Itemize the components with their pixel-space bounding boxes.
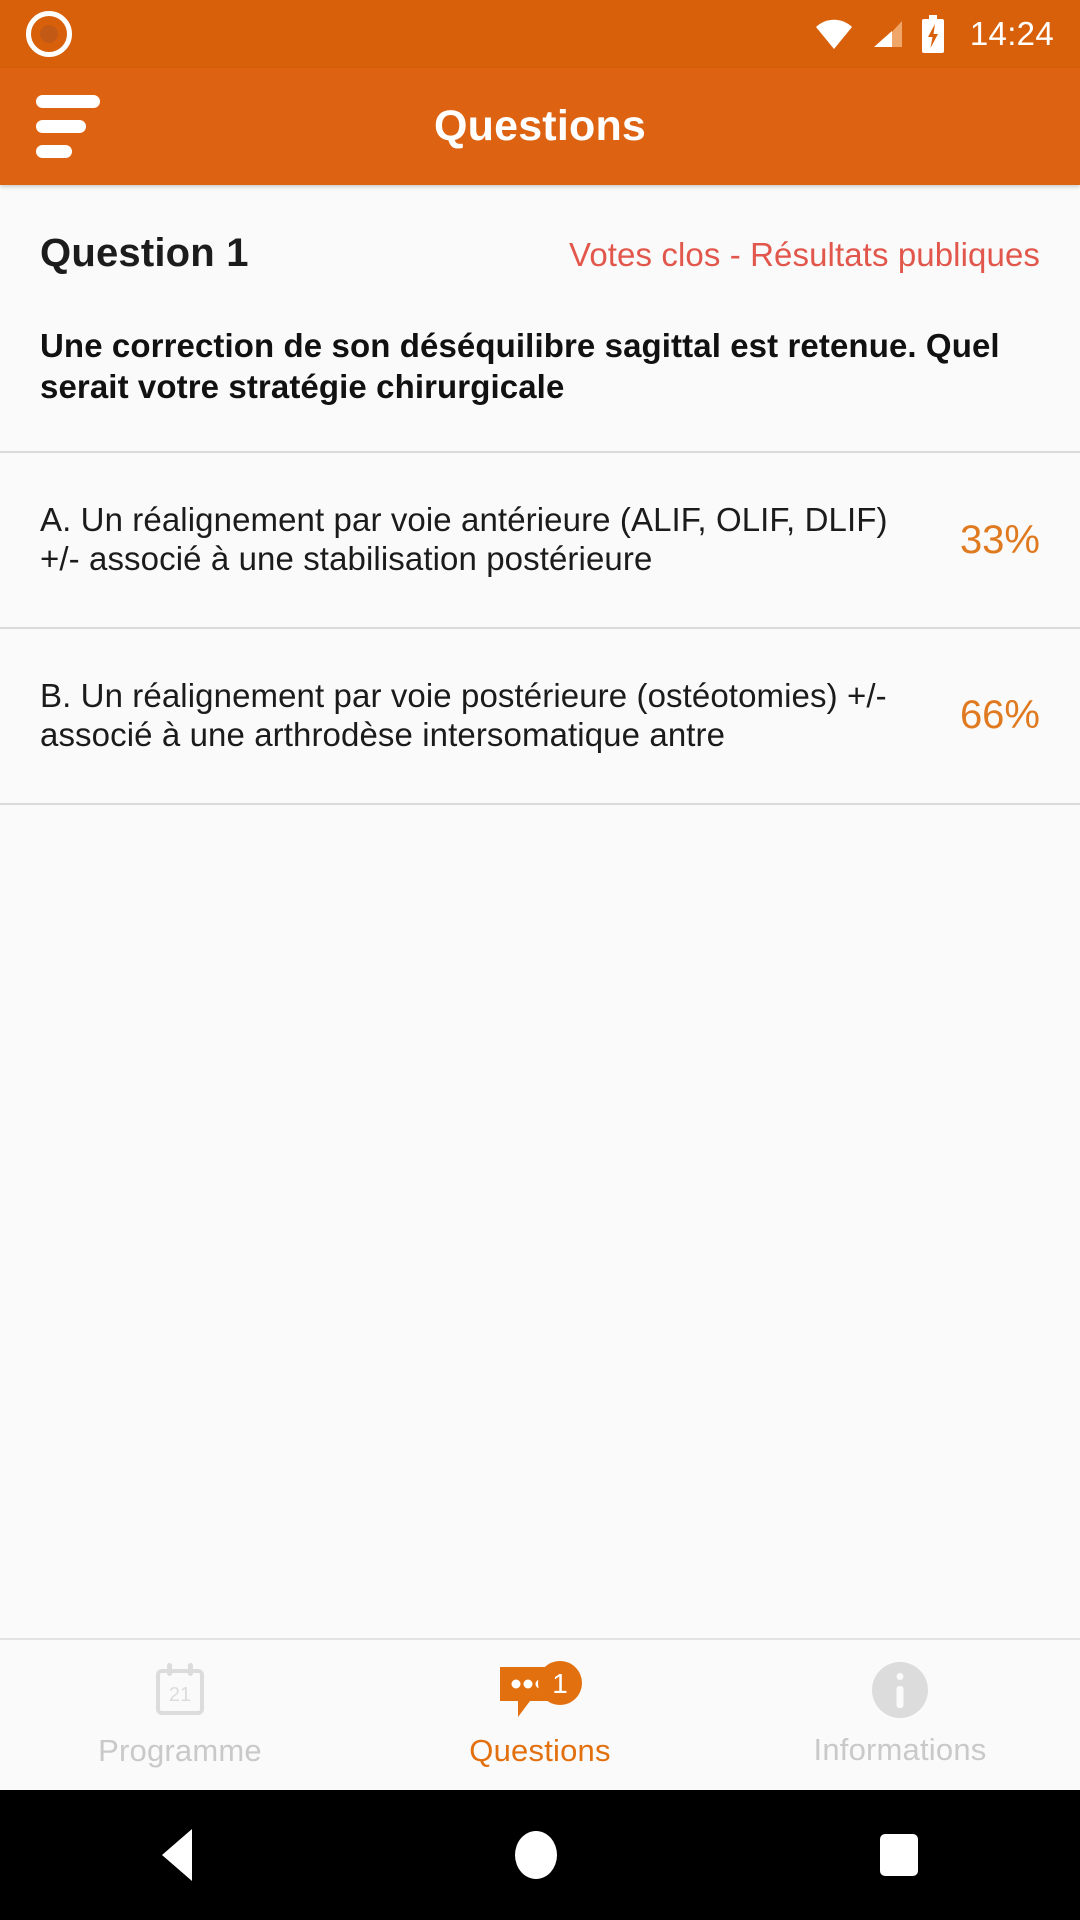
android-nav-bar [0, 1790, 1080, 1920]
tab-questions[interactable]: 1 Questions [360, 1640, 720, 1790]
cellular-signal-icon [870, 19, 904, 49]
tab-label: Questions [469, 1733, 611, 1768]
question-content: Question 1 Votes clos - Résultats publiq… [0, 185, 1080, 1638]
answer-option-text: A. Un réalignement par voie antérieure (… [40, 501, 888, 578]
record-dot-icon [26, 11, 72, 57]
app-bar: Questions [0, 68, 1080, 185]
answer-option-a[interactable]: A. Un réalignement par voie antérieure (… [0, 453, 1080, 627]
wifi-icon [814, 19, 854, 49]
answer-option-text: B. Un réalignement par voie postérieure … [40, 677, 887, 753]
phone-screen: 14:24 Questions Question 1 Votes clos - … [0, 0, 1080, 1920]
tab-programme[interactable]: 21 Programme [0, 1640, 360, 1790]
calendar-icon: 21 [151, 1661, 209, 1719]
page-title: Questions [433, 102, 647, 150]
svg-text:21: 21 [169, 1684, 191, 1706]
bottom-tab-bar: 21 Programme 1 Questions Informations [0, 1638, 1080, 1790]
answer-option-percent: 33% [959, 517, 1040, 562]
answer-option-b[interactable]: B. Un réalignement par voie postérieure … [0, 629, 1080, 803]
battery-charging-icon [920, 15, 946, 53]
status-bar-right: 14:24 [814, 15, 1054, 53]
recents-square-icon[interactable] [880, 1834, 919, 1876]
info-circle-icon [872, 1662, 928, 1718]
status-bar-left [26, 11, 72, 57]
empty-space [0, 804, 1080, 1638]
tab-informations[interactable]: Informations [720, 1640, 1080, 1790]
answer-option-percent: 66% [959, 693, 1040, 738]
status-time: 14:24 [969, 15, 1054, 52]
question-text: Une correction de son déséquilibre sagit… [40, 327, 1000, 405]
tab-label: Programme [98, 1733, 262, 1768]
back-triangle-icon[interactable] [161, 1829, 192, 1881]
hamburger-menu-icon[interactable] [0, 68, 120, 185]
question-number: Question 1 [40, 231, 249, 275]
vote-status-label: Votes clos - Résultats publiques [569, 236, 1040, 273]
question-header: Question 1 Votes clos - Résultats publiq… [0, 185, 1080, 451]
home-circle-icon[interactable] [514, 1831, 557, 1879]
tab-label: Informations [813, 1732, 987, 1767]
questions-badge-count: 1 [552, 1668, 568, 1699]
chat-bubble-icon: 1 [494, 1661, 586, 1719]
question-header-row: Question 1 Votes clos - Résultats publiq… [40, 231, 1040, 276]
status-bar: 14:24 [0, 0, 1080, 68]
